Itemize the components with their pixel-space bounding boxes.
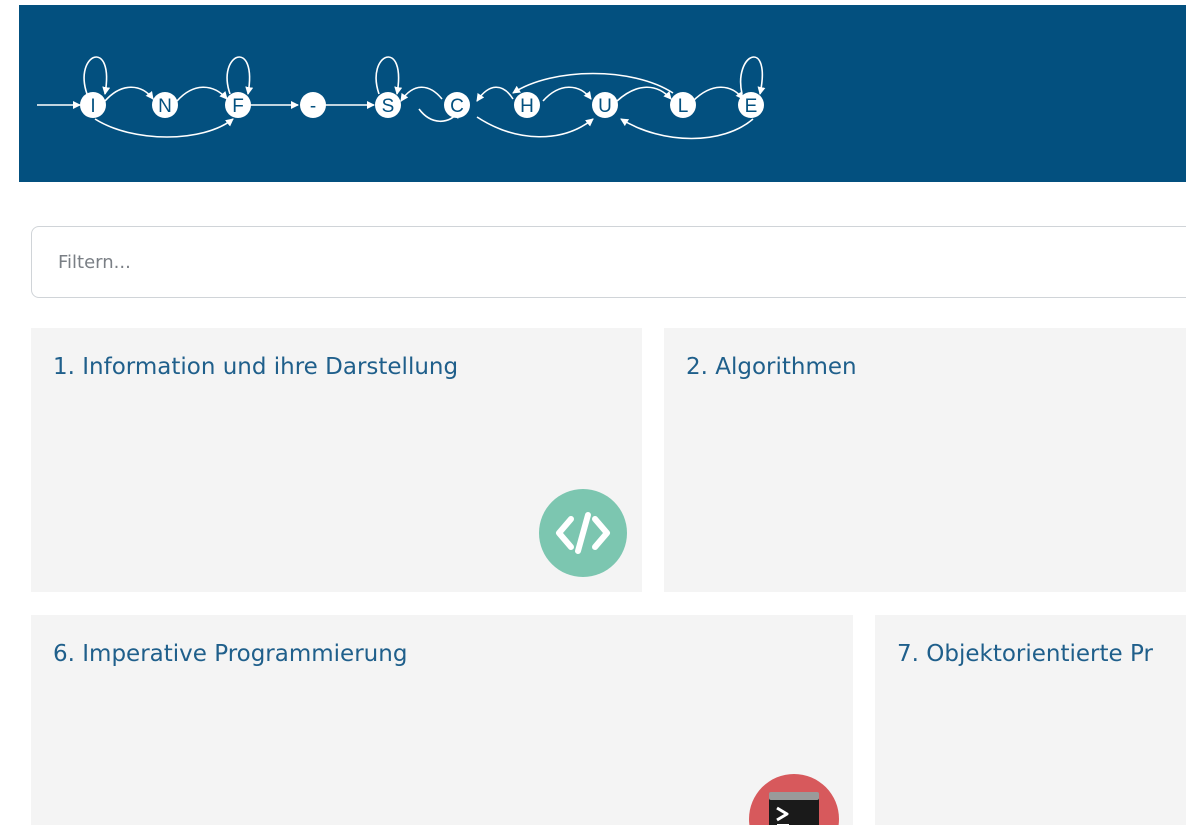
inf-schule-logo[interactable]: I N F - S C H U L E: [33, 33, 773, 143]
logo-letter: U: [598, 96, 612, 117]
logo-letter: I: [90, 96, 95, 117]
logo-letter: S: [382, 96, 395, 117]
filter-input[interactable]: [31, 226, 1186, 298]
logo-letter: N: [158, 96, 172, 117]
logo-letter: F: [232, 96, 244, 117]
code-icon: [539, 489, 627, 577]
page: I N F - S C H U L E 1. Information und i…: [0, 0, 1186, 825]
card-title: 2. Algorithmen: [686, 354, 857, 380]
card-title: 1. Information und ihre Darstellung: [53, 354, 459, 380]
card-title: 7. Objektorientierte Pr: [897, 641, 1153, 667]
card-title: 6. Imperative Programmierung: [53, 641, 408, 667]
terminal-icon: [749, 774, 839, 825]
card-algorithms[interactable]: 2. Algorithmen: [664, 328, 1186, 592]
card-information[interactable]: 1. Information und ihre Darstellung: [31, 328, 642, 592]
logo-letter: H: [520, 96, 534, 117]
card-imperative-programming[interactable]: 6. Imperative Programmierung: [31, 615, 853, 825]
card-object-oriented-programming[interactable]: 7. Objektorientierte Pr: [875, 615, 1186, 825]
site-header: I N F - S C H U L E: [19, 5, 1186, 182]
logo-letter: L: [678, 96, 689, 117]
logo-letter: E: [745, 96, 758, 117]
logo-letter: -: [310, 96, 316, 117]
logo-letter: C: [450, 96, 464, 117]
